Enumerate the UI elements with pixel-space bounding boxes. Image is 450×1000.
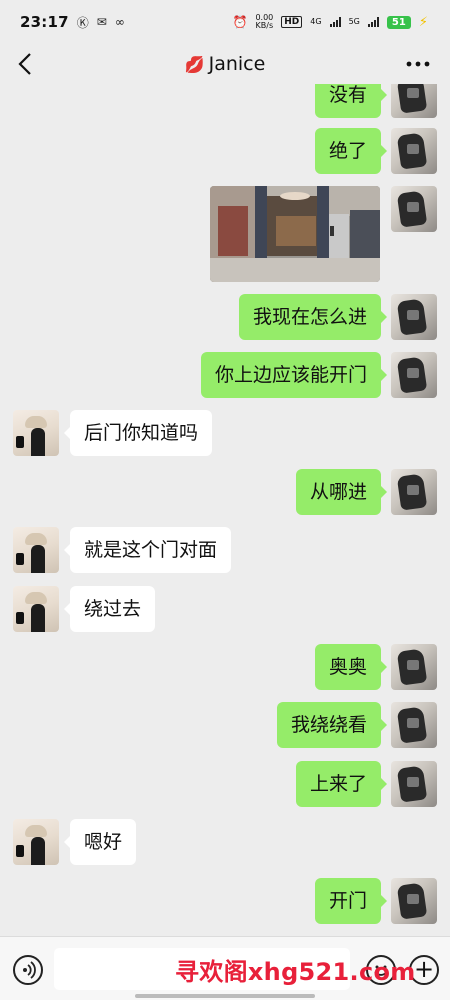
more-options-icon[interactable] bbox=[406, 58, 430, 70]
status-time: 23:17 bbox=[20, 13, 69, 31]
message-bubble[interactable]: 上来了 bbox=[295, 761, 388, 807]
voice-icon bbox=[23, 961, 36, 979]
message-icon: ✉ bbox=[96, 15, 107, 29]
my-avatar[interactable] bbox=[391, 878, 437, 924]
signal-icon-2 bbox=[367, 17, 379, 27]
message-bubble[interactable]: 开门 bbox=[314, 878, 388, 924]
message-bubble[interactable]: 我绕绕看 bbox=[276, 702, 388, 748]
k-circle-icon: Ⓚ bbox=[76, 15, 89, 30]
message-bubble[interactable]: 没有 bbox=[314, 84, 388, 118]
plus-icon: + bbox=[413, 955, 435, 983]
message-bubble[interactable]: 就是这个门对面 bbox=[63, 527, 232, 573]
my-avatar[interactable] bbox=[391, 352, 437, 398]
status-bar: 23:17 Ⓚ ✉ ∞ ⏰ 0.00 KB/s HD 4G 5G 51 ⚡ bbox=[0, 0, 450, 44]
message-bubble[interactable]: 奥奥 bbox=[314, 644, 388, 690]
message-bubble[interactable]: 你上边应该能开门 bbox=[200, 352, 388, 398]
contact-avatar[interactable] bbox=[13, 819, 59, 865]
my-avatar[interactable] bbox=[391, 702, 437, 748]
signal-icon bbox=[329, 17, 341, 27]
contact-avatar[interactable] bbox=[13, 410, 59, 456]
alarm-icon: ⏰ bbox=[232, 15, 248, 29]
battery-indicator: 51 bbox=[386, 15, 411, 29]
message-bubble[interactable]: 绝了 bbox=[314, 128, 388, 174]
photo-content bbox=[210, 186, 380, 282]
my-avatar[interactable] bbox=[391, 84, 437, 118]
chat-header: 💋 Janice bbox=[0, 44, 450, 84]
message-bubble[interactable]: 后门你知道吗 bbox=[63, 410, 213, 456]
my-avatar[interactable] bbox=[391, 761, 437, 807]
hd-badge: HD bbox=[281, 16, 303, 28]
contact-name: Janice bbox=[208, 53, 266, 75]
charging-icon: ⚡ bbox=[418, 14, 428, 30]
back-arrow-icon[interactable] bbox=[14, 50, 38, 78]
lips-icon: 💋 bbox=[184, 54, 205, 74]
network-5g: 5G bbox=[348, 17, 360, 26]
infinity-icon: ∞ bbox=[114, 15, 125, 29]
message-list[interactable]: 没有 绝了 我现在怎么进 你上边应该能开门 后门你知道吗 从哪进 就是这个门对面… bbox=[0, 84, 450, 936]
home-indicator[interactable] bbox=[135, 994, 315, 998]
contact-avatar[interactable] bbox=[13, 527, 59, 573]
my-avatar[interactable] bbox=[391, 128, 437, 174]
my-avatar[interactable] bbox=[391, 294, 437, 340]
message-bubble[interactable]: 嗯好 bbox=[63, 819, 137, 865]
message-bubble[interactable]: 绕过去 bbox=[63, 586, 156, 632]
network-4g: 4G bbox=[310, 17, 322, 26]
my-avatar[interactable] bbox=[391, 644, 437, 690]
my-avatar[interactable] bbox=[391, 469, 437, 515]
network-speed: 0.00 KB/s bbox=[255, 13, 274, 30]
message-bubble[interactable]: 从哪进 bbox=[295, 469, 388, 515]
watermark: 寻欢阁xhg521.com bbox=[175, 958, 416, 986]
my-avatar[interactable] bbox=[391, 186, 437, 232]
chat-title: 💋 Janice bbox=[185, 53, 266, 75]
photo-message[interactable] bbox=[210, 186, 380, 282]
contact-avatar[interactable] bbox=[13, 586, 59, 632]
voice-input-button[interactable] bbox=[13, 955, 43, 985]
message-bubble[interactable]: 我现在怎么进 bbox=[238, 294, 388, 340]
